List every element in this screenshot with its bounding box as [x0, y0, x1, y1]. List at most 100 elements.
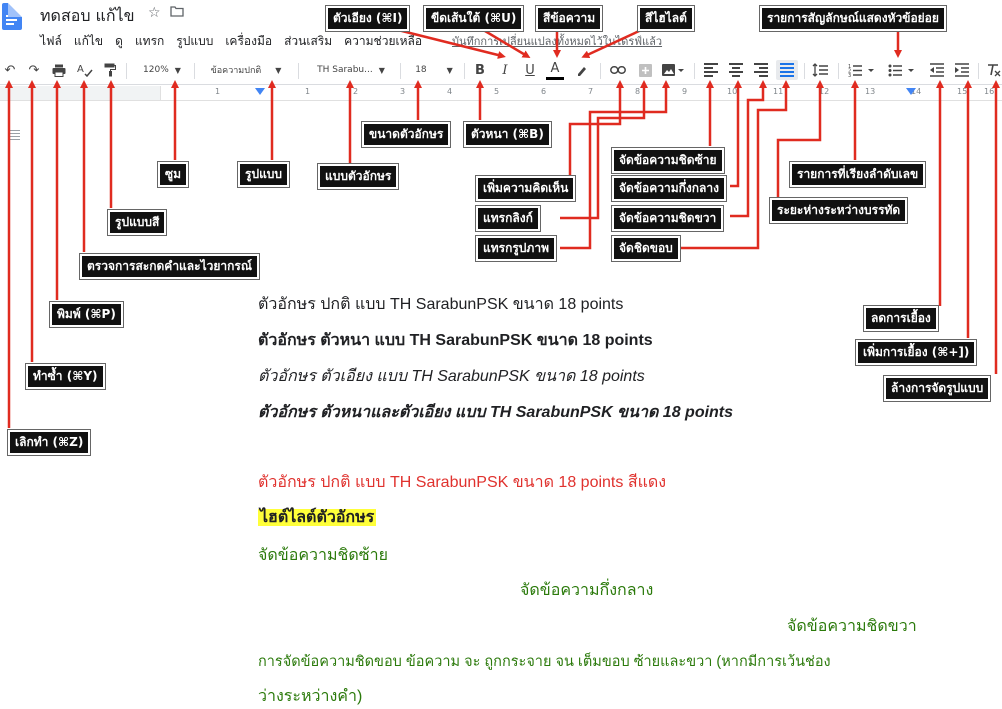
paragraph-style-select[interactable]: ข้อความปกติ ▼ [204, 60, 288, 80]
star-icon[interactable]: ☆ [148, 5, 161, 21]
link-icon[interactable] [608, 60, 628, 80]
ruler-number: 6 [541, 87, 547, 96]
label-increase-indent: เพิ่มการเยื้อง (⌘+]) [856, 340, 977, 365]
doc-line-align-left[interactable]: จัดข้อความชิดซ้าย [258, 543, 388, 568]
ruler-number: 15 [957, 87, 968, 96]
label-redo: ทำซ้ำ (⌘Y) [26, 364, 105, 389]
docs-logo-icon[interactable] [2, 3, 22, 30]
toolbar: ↶ ↷ A 120% ▼ ข้อความปกติ ▼ TH Sarabu... ▼ 1… [0, 56, 1002, 85]
insert-image-icon[interactable] [660, 60, 686, 80]
align-center-icon[interactable] [727, 60, 745, 80]
chevron-down-icon: ▼ [275, 65, 282, 75]
menu-bar: ไฟล์ แก้ไข ดู แทรก รูปแบบ เครื่องมือ ส่ว… [40, 32, 422, 51]
doc-line-highlight[interactable]: ไฮต์ไลต์ตัวอักษร [258, 505, 377, 530]
font-size-select[interactable]: 18 ▼ [410, 60, 458, 80]
document-outline-icon[interactable] [8, 128, 20, 140]
label-undo: เลิกทำ (⌘Z) [8, 430, 91, 455]
align-right-icon[interactable] [752, 60, 770, 80]
zoom-select[interactable]: 120% ▼ [138, 60, 186, 80]
redo-icon[interactable]: ↷ [26, 60, 42, 80]
bulleted-list-icon[interactable] [886, 60, 916, 80]
decrease-indent-icon[interactable] [928, 60, 946, 80]
label-highlight: สีไฮไลต์ [638, 6, 694, 31]
label-line-spacing: ระยะห่างระหว่างบรรทัด [770, 198, 908, 223]
align-left-icon[interactable] [702, 60, 720, 80]
font-select[interactable]: TH Sarabu... ▼ [308, 60, 394, 80]
menu-edit[interactable]: แก้ไข [74, 32, 103, 51]
doc-line-red[interactable]: ตัวอักษร ปกติ แบบ TH SarabunPSK ขนาด 18 … [258, 470, 666, 495]
menu-help[interactable]: ความช่วยเหลือ [344, 32, 422, 51]
label-insert-link: แทรกลิงก์ [476, 206, 540, 231]
label-paint-format: รูปแบบสี [108, 210, 167, 235]
highlighted-text[interactable]: ไฮต์ไลต์ตัวอักษร [258, 509, 377, 526]
label-spellcheck: ตรวจการสะกดคำและไวยากรณ์ [80, 254, 259, 279]
print-icon[interactable] [50, 60, 68, 80]
doc-line-justify[interactable]: การจัดข้อความชิดขอบ ข้อความ จะ ถูกกระจาย… [258, 650, 831, 673]
right-indent-marker[interactable] [906, 88, 916, 95]
line-spacing-icon[interactable] [810, 60, 830, 80]
doc-line-normal[interactable]: ตัวอักษร ปกติ แบบ TH SarabunPSK ขนาด 18 … [258, 292, 623, 317]
label-zoom: ซูม [158, 162, 189, 187]
ruler[interactable]: 1 1 2 3 4 5 6 7 8 9 10 11 12 13 14 15 16 [0, 86, 1002, 101]
indent-marker[interactable] [255, 88, 265, 95]
annotation-arrows [5, 24, 1000, 428]
svg-text:3: 3 [848, 73, 851, 77]
clear-formatting-icon[interactable] [986, 60, 1002, 80]
label-align-right: จัดข้อความชิดขวา [612, 206, 724, 231]
ruler-number: 16 [984, 87, 995, 96]
menu-addons[interactable]: ส่วนเสริม [284, 32, 332, 51]
ruler-number: 2 [353, 87, 359, 96]
menu-view[interactable]: ดู [115, 32, 123, 51]
doc-line-justify-end[interactable]: ว่างระหว่างคำ) [258, 684, 362, 709]
chevron-down-icon: ▼ [378, 65, 385, 75]
label-font-size: ขนาดตัวอักษร [362, 122, 451, 147]
ruler-number: 5 [494, 87, 500, 96]
ruler-number: 1 [215, 87, 221, 96]
paint-format-icon[interactable] [102, 60, 118, 80]
svg-text:A: A [77, 64, 84, 75]
bold-button[interactable]: B [472, 60, 488, 80]
saved-status[interactable]: บันทึกการเปลี่ยนแปลงทั้งหมดไว้ในไดรฟ์แล้… [452, 32, 662, 50]
ruler-number: 13 [865, 87, 876, 96]
chevron-down-icon: ▼ [174, 65, 181, 75]
ruler-number: 9 [682, 87, 688, 96]
label-paragraph-style: รูปแบบ [238, 162, 290, 187]
italic-button[interactable]: I [497, 60, 513, 80]
ruler-number: 3 [400, 87, 406, 96]
style-value: ข้อความปกติ [210, 66, 262, 76]
folder-icon[interactable] [170, 5, 184, 21]
label-underline: ขีดเส้นใต้ (⌘U) [424, 6, 524, 31]
label-font: แบบตัวอักษร [318, 164, 399, 189]
numbered-list-icon[interactable]: 123 [846, 60, 876, 80]
text-color-button[interactable]: A [546, 60, 564, 80]
doc-line-bold[interactable]: ตัวอักษร ตัวหนา แบบ TH SarabunPSK ขนาด 1… [258, 328, 653, 353]
doc-line-align-right[interactable]: จัดข้อความชิดขวา [787, 614, 917, 639]
increase-indent-icon[interactable] [953, 60, 971, 80]
doc-line-italic[interactable]: ตัวอักษร ตัวเอียง แบบ TH SarabunPSK ขนาด… [258, 364, 645, 389]
add-comment-icon[interactable] [636, 60, 654, 80]
arrow-align-right [730, 80, 767, 218]
menu-tools[interactable]: เครื่องมือ [225, 32, 272, 51]
document-title[interactable]: ทดสอบ แก้ไข [40, 4, 135, 29]
label-bulleted-list: รายการสัญลักษณ์แสดงหัวข้อย่อย [760, 6, 946, 31]
underline-button[interactable]: U [522, 60, 538, 80]
undo-icon[interactable]: ↶ [2, 60, 18, 80]
arrow-linespacing [776, 80, 824, 208]
label-bold: ตัวหนา (⌘B) [464, 122, 551, 147]
label-print: พิมพ์ (⌘P) [50, 302, 123, 327]
menu-format[interactable]: รูปแบบ [176, 32, 213, 51]
menu-file[interactable]: ไฟล์ [40, 32, 62, 51]
menu-insert[interactable]: แทรก [135, 32, 164, 51]
doc-line-align-center[interactable]: จัดข้อความกึ่งกลาง [520, 578, 653, 603]
spellcheck-icon[interactable]: A [76, 60, 94, 80]
doc-line-bold-italic[interactable]: ตัวอักษร ตัวหนาและตัวเอียง แบบ TH Sarabu… [258, 400, 733, 425]
label-justify: จัดชิดขอบ [612, 236, 680, 261]
label-numbered-list: รายการที่เรียงลำดับเลข [790, 162, 926, 187]
ruler-number: 4 [447, 87, 453, 96]
font-size-value: 18 [415, 65, 427, 75]
highlight-pen-icon[interactable] [574, 60, 590, 80]
ruler-number: 8 [635, 87, 641, 96]
zoom-value: 120% [143, 65, 169, 75]
justify-icon[interactable] [776, 60, 798, 80]
ruler-number: 12 [819, 87, 830, 96]
